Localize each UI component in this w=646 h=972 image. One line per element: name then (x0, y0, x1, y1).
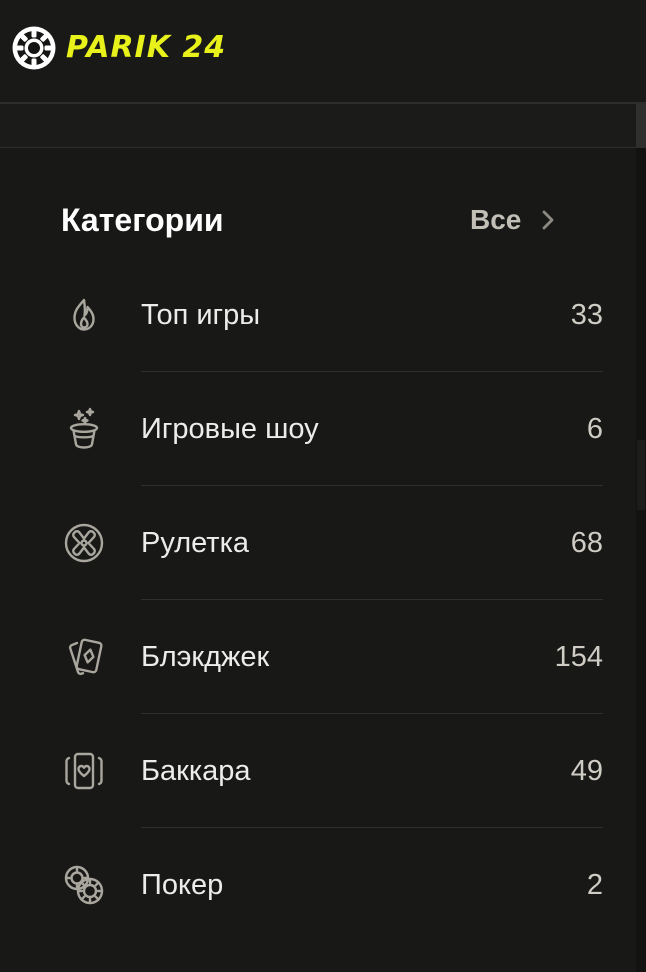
category-item-game-shows[interactable]: Игровые шоу 6 (0, 372, 636, 486)
categories-title: Категории (61, 202, 224, 238)
category-count: 68 (570, 527, 603, 559)
category-label: Топ игры (141, 299, 261, 331)
category-label: Баккара (141, 755, 251, 787)
category-label: Блэкджек (141, 641, 270, 673)
brand-logo[interactable]: PARIK 24 (11, 25, 226, 71)
category-label: Покер (141, 869, 224, 901)
poker-chips-icon (60, 861, 108, 909)
category-item-blackjack[interactable]: Блэкджек 154 (0, 600, 636, 714)
scrollbar-thumb[interactable] (636, 104, 646, 148)
cards-icon (60, 633, 108, 681)
scrollbar-segment (637, 440, 645, 510)
poker-chip-logo-icon (12, 26, 56, 70)
card-heart-icon (60, 747, 108, 795)
categories-list: Топ игры 33 Игровые шоу 6 Рулетка 68 Блэ… (0, 258, 636, 942)
category-item-roulette[interactable]: Рулетка 68 (0, 486, 636, 600)
category-count: 6 (586, 413, 603, 445)
chevron-right-icon (542, 210, 554, 230)
flame-icon (60, 291, 108, 339)
scrollbar-track[interactable] (636, 104, 646, 972)
category-count: 154 (554, 641, 603, 673)
brand-name: PARIK 24 (66, 30, 227, 65)
category-count: 33 (570, 299, 603, 331)
category-item-top-games[interactable]: Топ игры 33 (0, 258, 636, 372)
category-item-baccarat[interactable]: Баккара 49 (0, 714, 636, 828)
roulette-icon (60, 519, 108, 567)
all-categories-label: Все (470, 204, 522, 235)
category-count: 2 (586, 869, 603, 901)
category-count: 49 (570, 755, 603, 787)
page: PARIK 24 Категории Все Топ игры 33 Игров… (0, 0, 646, 972)
category-label: Игровые шоу (141, 413, 319, 445)
magic-hat-icon (60, 405, 108, 453)
header: PARIK 24 (0, 0, 646, 104)
all-categories-link[interactable]: Все (470, 200, 559, 240)
category-item-poker[interactable]: Покер 2 (0, 828, 636, 942)
sub-header-strip (0, 104, 636, 148)
category-label: Рулетка (141, 527, 250, 559)
